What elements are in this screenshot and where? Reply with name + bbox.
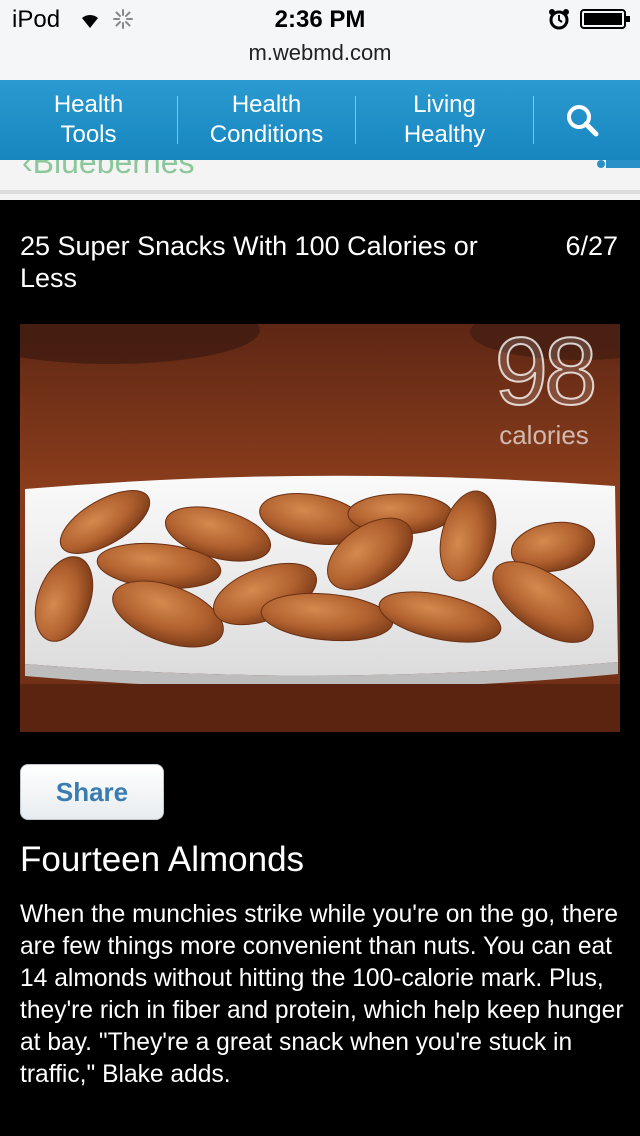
status-bar: iPod 2:36 PM m.webmd.com [0,0,640,80]
item-description: When the munchies strike while you're on… [20,901,624,1088]
nav-label-line: Health [231,91,302,118]
nav-health-conditions[interactable]: Health Conditions [178,80,355,160]
status-time: 2:36 PM [274,6,366,33]
scrolled-content-strip: ‹Bluebernes [0,160,640,200]
main-nav: Health Tools Health Conditions Living He… [0,80,640,160]
scrolled-heading-remnant: ‹Bluebernes [22,160,195,180]
indicator-bar [606,160,640,168]
nav-label-line: Conditions [209,121,324,148]
battery-icon [580,9,630,29]
nav-label-line: Tools [60,121,117,148]
nav-label-line: Health [53,91,124,118]
url-bar[interactable]: m.webmd.com [0,40,640,66]
calorie-number: 98 [494,318,599,425]
nav-label-line: Healthy [403,121,486,148]
nav-health-tools[interactable]: Health Tools [0,80,177,160]
alarm-icon [549,9,569,30]
share-button[interactable]: Share [20,764,164,820]
slideshow-title: 25 Super Snacks With 100 Calories or Les… [20,231,478,293]
calorie-label: calories [499,420,589,450]
nav-divider [533,96,534,144]
nav-living-healthy[interactable]: Living Healthy [356,80,533,160]
nav-label-line: Living [413,91,476,118]
item-title: Fourteen Almonds [20,840,305,879]
divider [0,190,640,194]
indicator-dot [597,160,605,168]
slide-counter: 6/27 [565,231,618,261]
search-icon[interactable] [560,98,604,142]
